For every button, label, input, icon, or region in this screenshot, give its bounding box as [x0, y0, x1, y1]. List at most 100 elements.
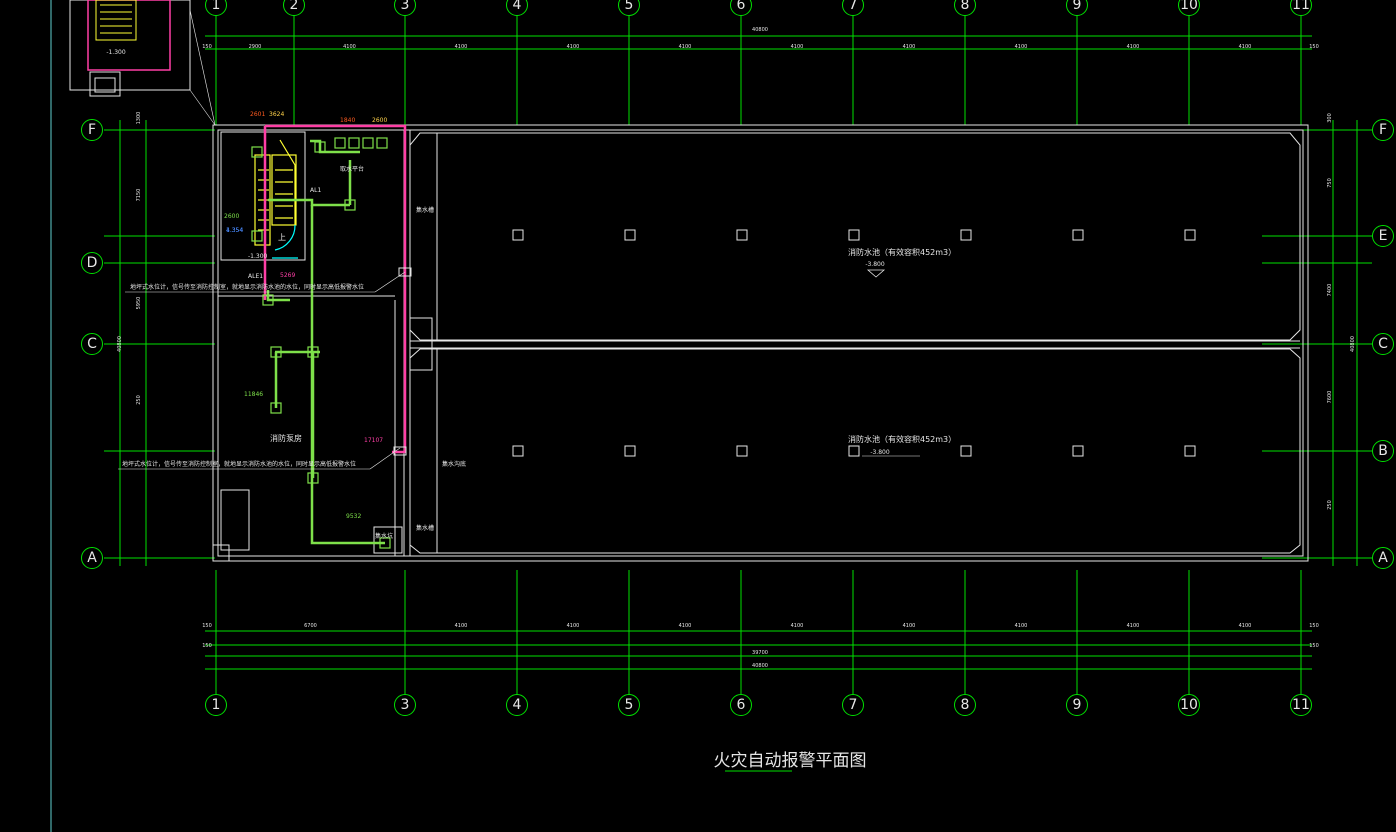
axis-bubble-bottom-10: 10 — [1178, 694, 1200, 716]
tank-north-level: -3.800 — [865, 261, 885, 268]
device-module — [251, 230, 263, 242]
axis-bubble-label: 11 — [1292, 697, 1310, 713]
alarm-box-lower-label: ALE1 — [248, 273, 263, 280]
dimension-value: 150 — [202, 643, 212, 649]
tank-north-level-mark — [866, 269, 886, 278]
axis-bubble-label: 6 — [737, 0, 746, 13]
dimension-value: 4100 — [1127, 623, 1140, 629]
stair-level-label: -1.300 — [248, 253, 268, 260]
dimension-value: 250 — [136, 395, 142, 405]
dimension-value: 40800 — [117, 336, 123, 352]
axis-bubble-label: 4 — [513, 0, 522, 13]
axis-bubble-label: F — [1379, 122, 1387, 138]
axis-bubble-right-C: C — [1372, 333, 1394, 355]
tank-south-level: -3.800 — [870, 449, 890, 456]
column-marker — [1184, 445, 1196, 457]
axis-bubble-bottom-1: 1 — [205, 694, 227, 716]
axis-bubble-bottom-7: 7 — [842, 694, 864, 716]
tag-8: 9532 — [346, 513, 361, 520]
axis-bubble-label: 3 — [401, 0, 410, 13]
axis-bubble-label: A — [1378, 550, 1388, 566]
dimension-value: 40800 — [752, 663, 768, 669]
axis-bubbles: 112 3344556677889910101111F FEDC CBA A — [81, 0, 1394, 716]
axis-bubble-bottom-5: 5 — [618, 694, 640, 716]
axis-bubble-right-F: F — [1372, 119, 1394, 141]
note-level-gauge-2: 地坪式水位计，信号传至消防控制室，就地显示消防水池的水位，同时显示高低报警水位 — [122, 460, 356, 468]
column-marker — [512, 229, 524, 241]
dimension-value: 4100 — [1239, 623, 1252, 629]
axis-bubble-label: C — [1378, 336, 1388, 352]
dimension-value: 4100 — [791, 44, 804, 50]
tag-6: 11846 — [244, 391, 263, 398]
tag-9: 1840 — [340, 117, 355, 124]
dimension-value: 300 — [1327, 113, 1333, 123]
dimension-value: 4100 — [455, 623, 468, 629]
axis-bubble-top-6: 6 — [730, 0, 752, 16]
column-marker — [960, 445, 972, 457]
axis-bubble-label: B — [1378, 443, 1388, 459]
axis-bubble-top-8: 8 — [954, 0, 976, 16]
column-marker — [848, 445, 860, 457]
tag-7: 17107 — [364, 437, 383, 444]
axis-bubble-label: 10 — [1180, 0, 1198, 13]
alarm-box-label: AL1 — [310, 187, 321, 194]
device-module — [376, 137, 388, 149]
signal-cable — [266, 139, 385, 545]
column-marker — [736, 229, 748, 241]
inset-level-label: -1.300 — [106, 49, 126, 56]
dimension-value: 1300 — [136, 112, 142, 125]
axis-bubble-label: 8 — [961, 697, 970, 713]
axis-bubble-bottom-9: 9 — [1066, 694, 1088, 716]
axis-bubble-label: 8 — [961, 0, 970, 13]
axis-bubble-left-D: D — [81, 252, 103, 274]
tag-5: 5269 — [280, 272, 295, 279]
column-marker — [512, 445, 524, 457]
dimension-value: 4100 — [1127, 44, 1140, 50]
dimension-value: 150 — [1309, 643, 1319, 649]
dimension-value: 150 — [202, 623, 212, 629]
dimension-value: 39700 — [752, 650, 768, 656]
axis-bubble-top-4: 4 — [506, 0, 528, 16]
tag-3: 2600 — [224, 213, 239, 220]
axis-bubble-top-9: 9 — [1066, 0, 1088, 16]
dimension-value: 4100 — [903, 623, 916, 629]
axis-bubble-right-B: B — [1372, 440, 1394, 462]
top-platform-label: 取水平台 — [340, 165, 364, 173]
column-marker — [1072, 445, 1084, 457]
axis-bubble-top-11: 11 — [1290, 0, 1312, 16]
column-marker — [1184, 229, 1196, 241]
axis-bubble-bottom-8: 8 — [954, 694, 976, 716]
dimension-value: 4100 — [567, 44, 580, 50]
dimension-value: 4100 — [1239, 44, 1252, 50]
tag-2: 3624 — [269, 111, 284, 118]
dimension-value: 2900 — [249, 44, 262, 50]
axis-bubble-label: 6 — [737, 697, 746, 713]
dimension-value: 4100 — [679, 623, 692, 629]
axis-bubble-bottom-11: 11 — [1290, 694, 1312, 716]
note-level-gauge-1: 地坪式水位计，信号传至消防控制室，就地显示消防水池的水位，同时显示高低报警水位 — [130, 283, 364, 291]
axis-bubble-label: 11 — [1292, 0, 1310, 13]
tank-column-markers — [512, 229, 1196, 457]
dimension-value: 6700 — [304, 623, 317, 629]
note1-leader-2 — [374, 271, 406, 293]
inspection-well-bottom-label: 集水槽 — [416, 524, 434, 532]
column-marker — [736, 445, 748, 457]
dimension-value: 250 — [1327, 500, 1333, 510]
dimension-value: 4100 — [1015, 44, 1028, 50]
axis-bubble-bottom-3: 3 — [394, 694, 416, 716]
column-marker — [1072, 229, 1084, 241]
axis-bubble-bottom-6: 6 — [730, 694, 752, 716]
tank-south-label: 消防水池（有效容积452m3） — [848, 434, 956, 444]
axis-bubble-top-7: 7 — [842, 0, 864, 16]
axis-bubble-top-1: 1 — [205, 0, 227, 16]
axis-bubble-label: D — [87, 255, 98, 271]
axis-bubble-label: 3 — [401, 697, 410, 713]
pump-room-label: 消防泵房 — [270, 433, 302, 443]
tag-4: 4.354 — [226, 227, 243, 234]
inspection-well-top-label: 集水槽 — [416, 206, 434, 214]
dimension-value: 150 — [1309, 44, 1319, 50]
tag-1: 2601 — [250, 111, 265, 118]
column-marker — [960, 229, 972, 241]
axis-bubble-label: 5 — [625, 697, 634, 713]
axis-bubble-top-3: 3 — [394, 0, 416, 16]
